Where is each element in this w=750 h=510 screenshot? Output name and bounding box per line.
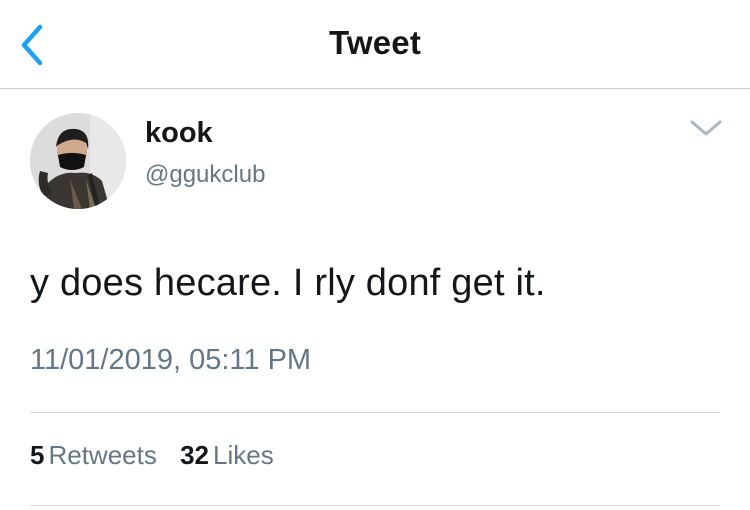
avatar[interactable]	[30, 113, 126, 209]
tweet-menu-button[interactable]	[688, 117, 724, 139]
likes-label: Likes	[213, 440, 274, 470]
tweet-stats: 5 Retweets 32 Likes	[30, 440, 290, 471]
retweets-count: 5	[30, 440, 45, 470]
page-title: Tweet	[328, 24, 422, 61]
divider	[30, 412, 720, 413]
user-handle[interactable]: @ggukclub	[145, 161, 265, 189]
retweets-label: Retweets	[48, 440, 157, 470]
divider	[30, 505, 720, 506]
chevron-down-icon	[690, 120, 722, 136]
retweets-stat[interactable]: 5 Retweets	[30, 440, 157, 471]
tweet-timestamp: 11/01/2019, 05:11 PM	[30, 344, 312, 376]
profile-photo	[30, 113, 126, 209]
likes-stat[interactable]: 32 Likes	[180, 440, 274, 471]
display-name[interactable]: kook	[145, 117, 213, 150]
navigation-bar: Tweet	[0, 0, 750, 89]
likes-count: 32	[180, 440, 210, 470]
tweet-text: y does hecare. I rly donf get it.	[30, 262, 546, 304]
